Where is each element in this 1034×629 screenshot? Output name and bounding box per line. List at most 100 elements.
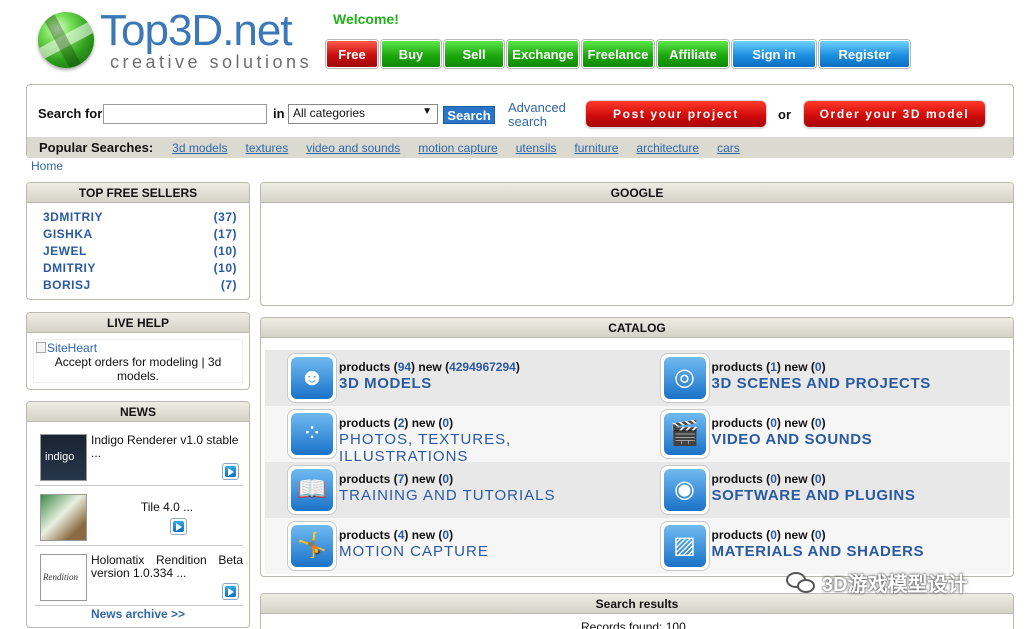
read-more-icon[interactable]	[222, 463, 239, 480]
thumb-label: Rendition	[43, 572, 78, 582]
read-more-icon[interactable]	[170, 518, 187, 535]
nav-button-sign-in[interactable]: Sign in	[732, 40, 816, 68]
nav-button-free[interactable]: Free	[326, 40, 378, 68]
catalog-title[interactable]: PHOTOS, TEXTURES, ILLUSTRATIONS	[339, 431, 638, 465]
catalog-counts: products (0) new (0)	[711, 416, 826, 430]
catalog-item[interactable]: ▨ products (0) new (0) MATERIALS AND SHADE…	[637, 518, 1010, 574]
software-icon[interactable]: ◉	[659, 465, 710, 515]
seller-name[interactable]: DMITRIY	[43, 260, 96, 277]
textures-icon[interactable]: ⁘	[287, 409, 337, 459]
nav-button-affiliate[interactable]: Affiliate	[657, 40, 729, 68]
live-help-text: Accept orders for modeling | 3d models.	[54, 355, 222, 383]
nav-button-register[interactable]: Register	[819, 40, 910, 68]
new-count: 0	[814, 528, 822, 542]
top-navigation: Free Buy Sell Exchange Freelance Affiliate Sig…	[326, 40, 910, 70]
seller-name[interactable]: BORISJ	[43, 277, 91, 294]
news-thumbnail[interactable]: indigo	[40, 434, 87, 481]
read-more-icon[interactable]	[222, 583, 239, 600]
box-title: GOOGLE	[261, 183, 1013, 203]
seller-name[interactable]: 3DMITRIY	[43, 209, 103, 226]
seller-name[interactable]: JEWEL	[43, 243, 87, 260]
new-label: new	[411, 416, 436, 430]
catalog-row: 🤸 products (4) new (0) MOTION CAPTURE ▨ prod…	[265, 518, 1010, 574]
seller-row[interactable]: 3DMITRIY (37)	[27, 209, 249, 226]
materials-icon[interactable]: ▨	[659, 521, 710, 571]
seller-row[interactable]: JEWEL (10)	[27, 243, 249, 260]
search-button[interactable]: Search	[443, 106, 495, 124]
popular-link[interactable]: cars	[717, 141, 740, 155]
popular-link[interactable]: 3d models	[172, 141, 227, 155]
catalog-title[interactable]: 3D SCENES AND PROJECTS	[712, 375, 931, 392]
catalog-title[interactable]: 3D MODELS	[339, 375, 432, 392]
siteheart-image[interactable]: SiteHeart	[34, 341, 242, 355]
3d-models-icon[interactable]: ☻	[287, 353, 337, 403]
seller-row[interactable]: BORISJ (7)	[27, 277, 249, 294]
catalog-item[interactable]: 🤸 products (4) new (0) MOTION CAPTURE	[265, 518, 638, 574]
breadcrumb-home[interactable]: Home	[31, 159, 63, 173]
news-text[interactable]: Indigo Renderer v1.0 stable ...	[91, 434, 243, 460]
catalog-item[interactable]: ⁘ products (2) new (0) PHOTOS, TEXTURES, I…	[265, 406, 638, 465]
products-label: products	[711, 472, 763, 486]
seller-row[interactable]: GISHKA (17)	[27, 226, 249, 243]
new-count: 0	[442, 528, 450, 542]
nav-button-exchange[interactable]: Exchange	[507, 40, 579, 68]
icon-glyph: ⁘	[301, 420, 323, 447]
catalog-title[interactable]: TRAINING AND TUTORIALS	[339, 487, 555, 504]
popular-link[interactable]: architecture	[636, 141, 699, 155]
catalog-item[interactable]: ◎ products (1) new (0) 3D SCENES AND PROJE…	[637, 350, 1010, 406]
catalog-item[interactable]: 🎬 products (0) new (0) VIDEO AND SOUNDS	[637, 406, 1010, 462]
post-project-button[interactable]: Post your project	[586, 101, 766, 127]
advanced-search-link[interactable]: Advanced search	[508, 101, 572, 129]
new-count: 0	[442, 416, 450, 430]
news-thumbnail[interactable]: Rendition	[40, 554, 87, 601]
catalog-title[interactable]: MOTION CAPTURE	[339, 543, 489, 560]
popular-link[interactable]: textures	[246, 141, 289, 155]
catalog-title[interactable]: SOFTWARE AND PLUGINS	[712, 487, 916, 504]
catalog-title[interactable]: VIDEO AND SOUNDS	[712, 431, 873, 448]
search-panel: Search for in All categories ▼ Search Ad…	[26, 84, 1014, 158]
catalog-item[interactable]: ☻ products (94) new (4294967294) 3D MODELS	[265, 350, 638, 406]
watermark: 3D游戏模型设计	[786, 568, 968, 597]
popular-link[interactable]: video and sounds	[306, 141, 400, 155]
site-logo[interactable]: Top3D.net creative solutions	[38, 8, 328, 78]
news-thumbnail[interactable]	[40, 494, 87, 541]
popular-link[interactable]: motion capture	[418, 141, 497, 155]
products-label: products	[711, 416, 763, 430]
catalog-counts: products (0) new (0)	[711, 472, 826, 486]
new-label: new	[784, 416, 808, 430]
nav-button-sell[interactable]: Sell	[444, 40, 504, 68]
order-model-button[interactable]: Order your 3D model	[804, 101, 985, 127]
catalog-counts: products (0) new (0)	[711, 528, 826, 542]
box-title: CATALOG	[261, 318, 1013, 338]
catalog-title[interactable]: MATERIALS AND SHADERS	[712, 543, 925, 560]
products-count: 0	[770, 528, 777, 542]
new-label: new	[411, 528, 436, 542]
category-select[interactable]: All categories ▼	[288, 104, 438, 124]
video-icon[interactable]: 🎬	[659, 409, 710, 459]
products-label: products	[339, 360, 391, 374]
seller-row[interactable]: DMITRIY (10)	[27, 260, 249, 277]
icon-glyph: 📖	[297, 476, 327, 503]
catalog-item[interactable]: 📖 products (7) new (0) TRAINING AND TUTORI…	[265, 462, 638, 518]
seller-count: (7)	[220, 278, 237, 292]
seller-name[interactable]: GISHKA	[43, 226, 93, 243]
nav-button-buy[interactable]: Buy	[381, 40, 441, 68]
popular-link[interactable]: furniture	[574, 141, 618, 155]
motion-capture-icon[interactable]: 🤸	[287, 521, 337, 571]
results-count: Records found: 100	[581, 620, 686, 629]
new-label: new	[411, 472, 436, 486]
news-text[interactable]: Holomatix Rendition Beta version 1.0.334…	[91, 554, 243, 580]
catalog-item[interactable]: ◉ products (0) new (0) SOFTWARE AND PLUGIN…	[637, 462, 1010, 518]
search-input[interactable]	[103, 104, 267, 124]
products-count: 4	[397, 528, 405, 542]
3d-scenes-icon[interactable]: ◎	[659, 353, 710, 403]
nav-button-freelance[interactable]: Freelance	[582, 40, 654, 68]
news-text[interactable]: Tile 4.0 ...	[91, 501, 243, 514]
new-label: new	[784, 472, 808, 486]
popular-link[interactable]: utensils	[516, 141, 557, 155]
tutorials-icon[interactable]: 📖	[287, 465, 337, 515]
live-help-widget[interactable]: SiteHeart Accept orders for modeling | 3…	[33, 339, 243, 383]
news-archive-link[interactable]: News archive >>	[27, 607, 249, 621]
thumb-label: indigo	[45, 451, 75, 463]
catalog-counts: products (7) new (0)	[339, 472, 454, 486]
